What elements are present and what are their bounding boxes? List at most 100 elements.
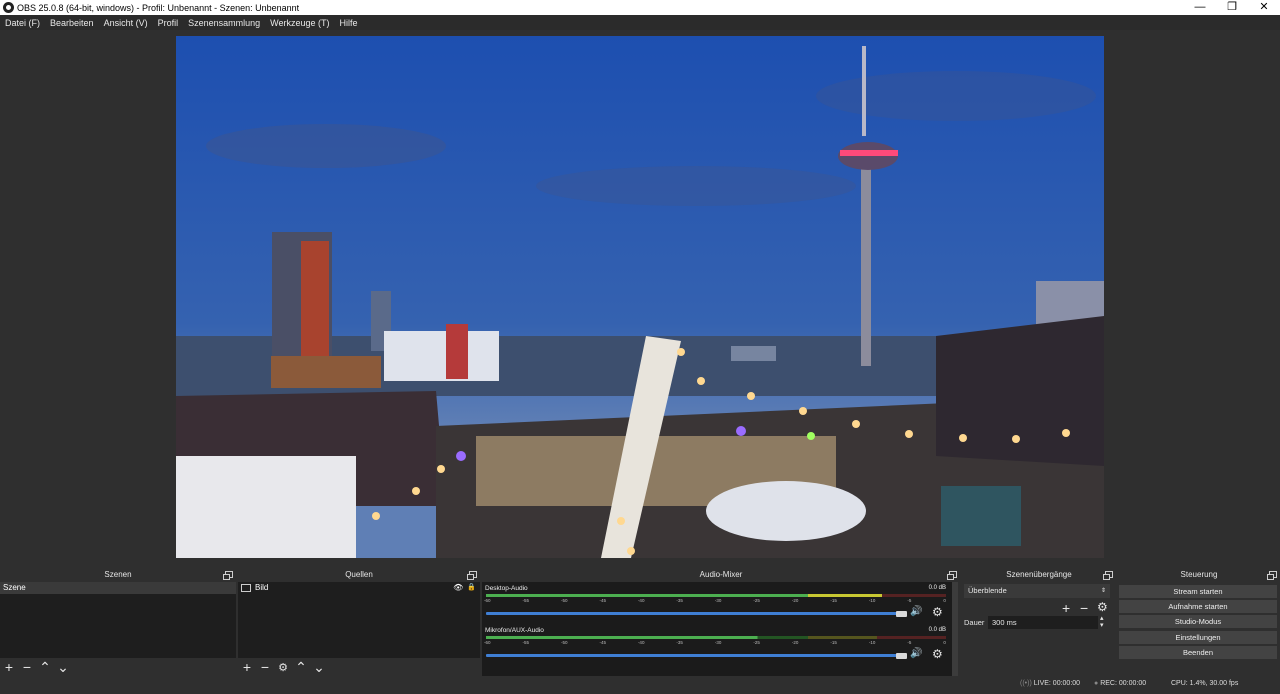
meter-tick-label: -60 [484,640,491,645]
source-properties-button[interactable]: ⚙ [274,658,292,676]
title-bar: OBS 25.0.8 (64-bit, windows) - Profil: U… [0,0,1280,15]
studio-mode-button[interactable]: Studio-Modus [1119,615,1277,628]
meter-peak-segment [808,594,882,597]
menu-ansicht[interactable]: Ansicht (V) [104,18,148,28]
preview-canvas[interactable] [176,36,1104,558]
remove-transition-button[interactable]: − [1080,600,1088,616]
gear-icon: ⚙ [1097,600,1108,614]
source-item[interactable]: Bild 👁 🔒 [238,582,480,594]
meter-tick-label: -40 [637,640,645,645]
float-icon[interactable] [947,571,957,580]
meter-tick-label: -45 [599,598,606,603]
close-button[interactable]: ✕ [1248,0,1280,15]
audio-mixer: Desktop-Audio 0.0 dB -60 -55 -50 -45 -40 -35-… [482,582,952,676]
meter-tick-label: -35 [676,598,683,603]
volume-slider-handle[interactable] [896,653,907,659]
add-transition-button[interactable]: + [1062,600,1070,616]
menu-szenensammlung[interactable]: Szenensammlung [188,18,260,28]
gear-icon[interactable]: ⚙ [932,605,943,619]
chevron-up-icon: ⌃ [39,658,51,675]
record-dot-icon: ● [1094,680,1099,687]
rec-status: ● REC: 00:00:00 [1094,680,1146,687]
duration-label: Dauer [964,618,985,627]
scenes-title: Szenen [104,570,132,579]
sources-title: Quellen [345,570,373,579]
exit-button[interactable]: Beenden [1119,646,1277,659]
menu-bearbeiten[interactable]: Bearbeiten [50,18,94,28]
float-icon[interactable] [1267,571,1277,580]
record-start-button[interactable]: Aufnahme starten [1119,600,1277,613]
window-title: OBS 25.0.8 (64-bit, windows) - Profil: U… [17,2,300,13]
spinner-icon: ⇕ [1100,588,1106,594]
mixer-scrollbar[interactable] [952,582,958,676]
minimize-button[interactable]: — [1184,0,1216,15]
cpu-status: CPU: 1.4%, 30.00 fps [1171,680,1239,687]
add-scene-button[interactable]: + [0,658,18,676]
mixer-dock-title: Audio-Mixer [482,568,960,582]
volume-slider-handle[interactable] [896,611,907,617]
lock-icon[interactable]: 🔒 [467,582,476,594]
stream-start-button[interactable]: Stream starten [1119,585,1277,598]
transitions-dock-title: Szenenübergänge [962,568,1116,582]
plus-icon: + [242,659,252,675]
track-name: Mikrofon/AUX-Audio [485,627,544,634]
meter-tick-label: -20 [791,640,799,645]
preview-image [176,36,1104,558]
meter-tick-label: -50 [560,640,568,645]
volume-meter [486,594,946,597]
meter-tick-label: 0 [943,640,946,645]
menu-hilfe[interactable]: Hilfe [340,18,358,28]
plus-icon: + [1062,600,1071,616]
meter-tick-label: -10 [868,640,876,645]
sources-list[interactable]: Bild 👁 🔒 [238,582,480,658]
scenes-list[interactable]: Szene [0,582,236,658]
volume-meter [486,636,946,639]
duration-stepper[interactable]: ▴ ▾ [1100,615,1104,629]
rec-time: REC: 00:00:00 [1100,680,1147,687]
speaker-icon[interactable]: 🔊 [910,606,922,617]
remove-source-button[interactable]: − [256,658,274,676]
track-name: Desktop-Audio [485,585,528,592]
maximize-button[interactable]: ❐ [1216,0,1248,15]
meter-tick-label: -55 [522,640,529,645]
scenes-dock-title: Szenen [0,568,236,582]
track-db: 0.0 dB [928,585,946,591]
chevron-up-icon: ⌃ [295,658,307,675]
menu-datei[interactable]: Datei (F) [5,18,40,28]
menu-werkzeuge[interactable]: Werkzeuge (T) [270,18,329,28]
meter-tick-label: 0 [943,598,946,603]
settings-button[interactable]: Einstellungen [1119,631,1277,644]
speaker-icon[interactable]: 🔊 [910,648,922,659]
float-icon[interactable] [1103,571,1113,580]
live-time: LIVE: 00:00:00 [1033,680,1081,687]
volume-slider[interactable] [486,612,898,615]
add-source-button[interactable]: + [238,658,256,676]
float-icon[interactable] [223,571,233,580]
minus-icon: − [1080,600,1089,616]
scenes-toolbar: + − ⌃ ⌄ [0,658,236,676]
transition-select-value: Überblende [968,586,1007,595]
meter-tick-label: -5 [907,640,912,645]
source-up-button[interactable]: ⌃ [292,658,310,676]
scene-up-button[interactable]: ⌃ [36,658,54,676]
source-down-button[interactable]: ⌄ [310,658,328,676]
meter-tick-label: -15 [830,598,837,603]
transition-properties-button[interactable]: ⚙ [1097,600,1108,614]
gear-icon[interactable]: ⚙ [932,647,943,661]
volume-slider[interactable] [486,654,898,657]
remove-scene-button[interactable]: − [18,658,36,676]
controls-title: Steuerung [1180,570,1218,579]
transition-select[interactable]: Überblende ⇕ [964,584,1110,598]
scene-down-button[interactable]: ⌄ [54,658,72,676]
controls-dock-title: Steuerung [1118,568,1280,582]
preview-area[interactable] [0,30,1280,566]
meter-tick-label: -40 [637,598,645,603]
gear-icon: ⚙ [278,661,288,674]
eye-icon[interactable]: 👁 [453,582,463,594]
float-icon[interactable] [467,571,477,580]
chevron-down-icon: ⌄ [313,658,325,675]
meter-tick-label: -55 [522,598,529,603]
menu-profil[interactable]: Profil [158,18,179,28]
scene-item[interactable]: Szene [0,582,236,594]
duration-input[interactable]: 300 ms [988,616,1098,629]
